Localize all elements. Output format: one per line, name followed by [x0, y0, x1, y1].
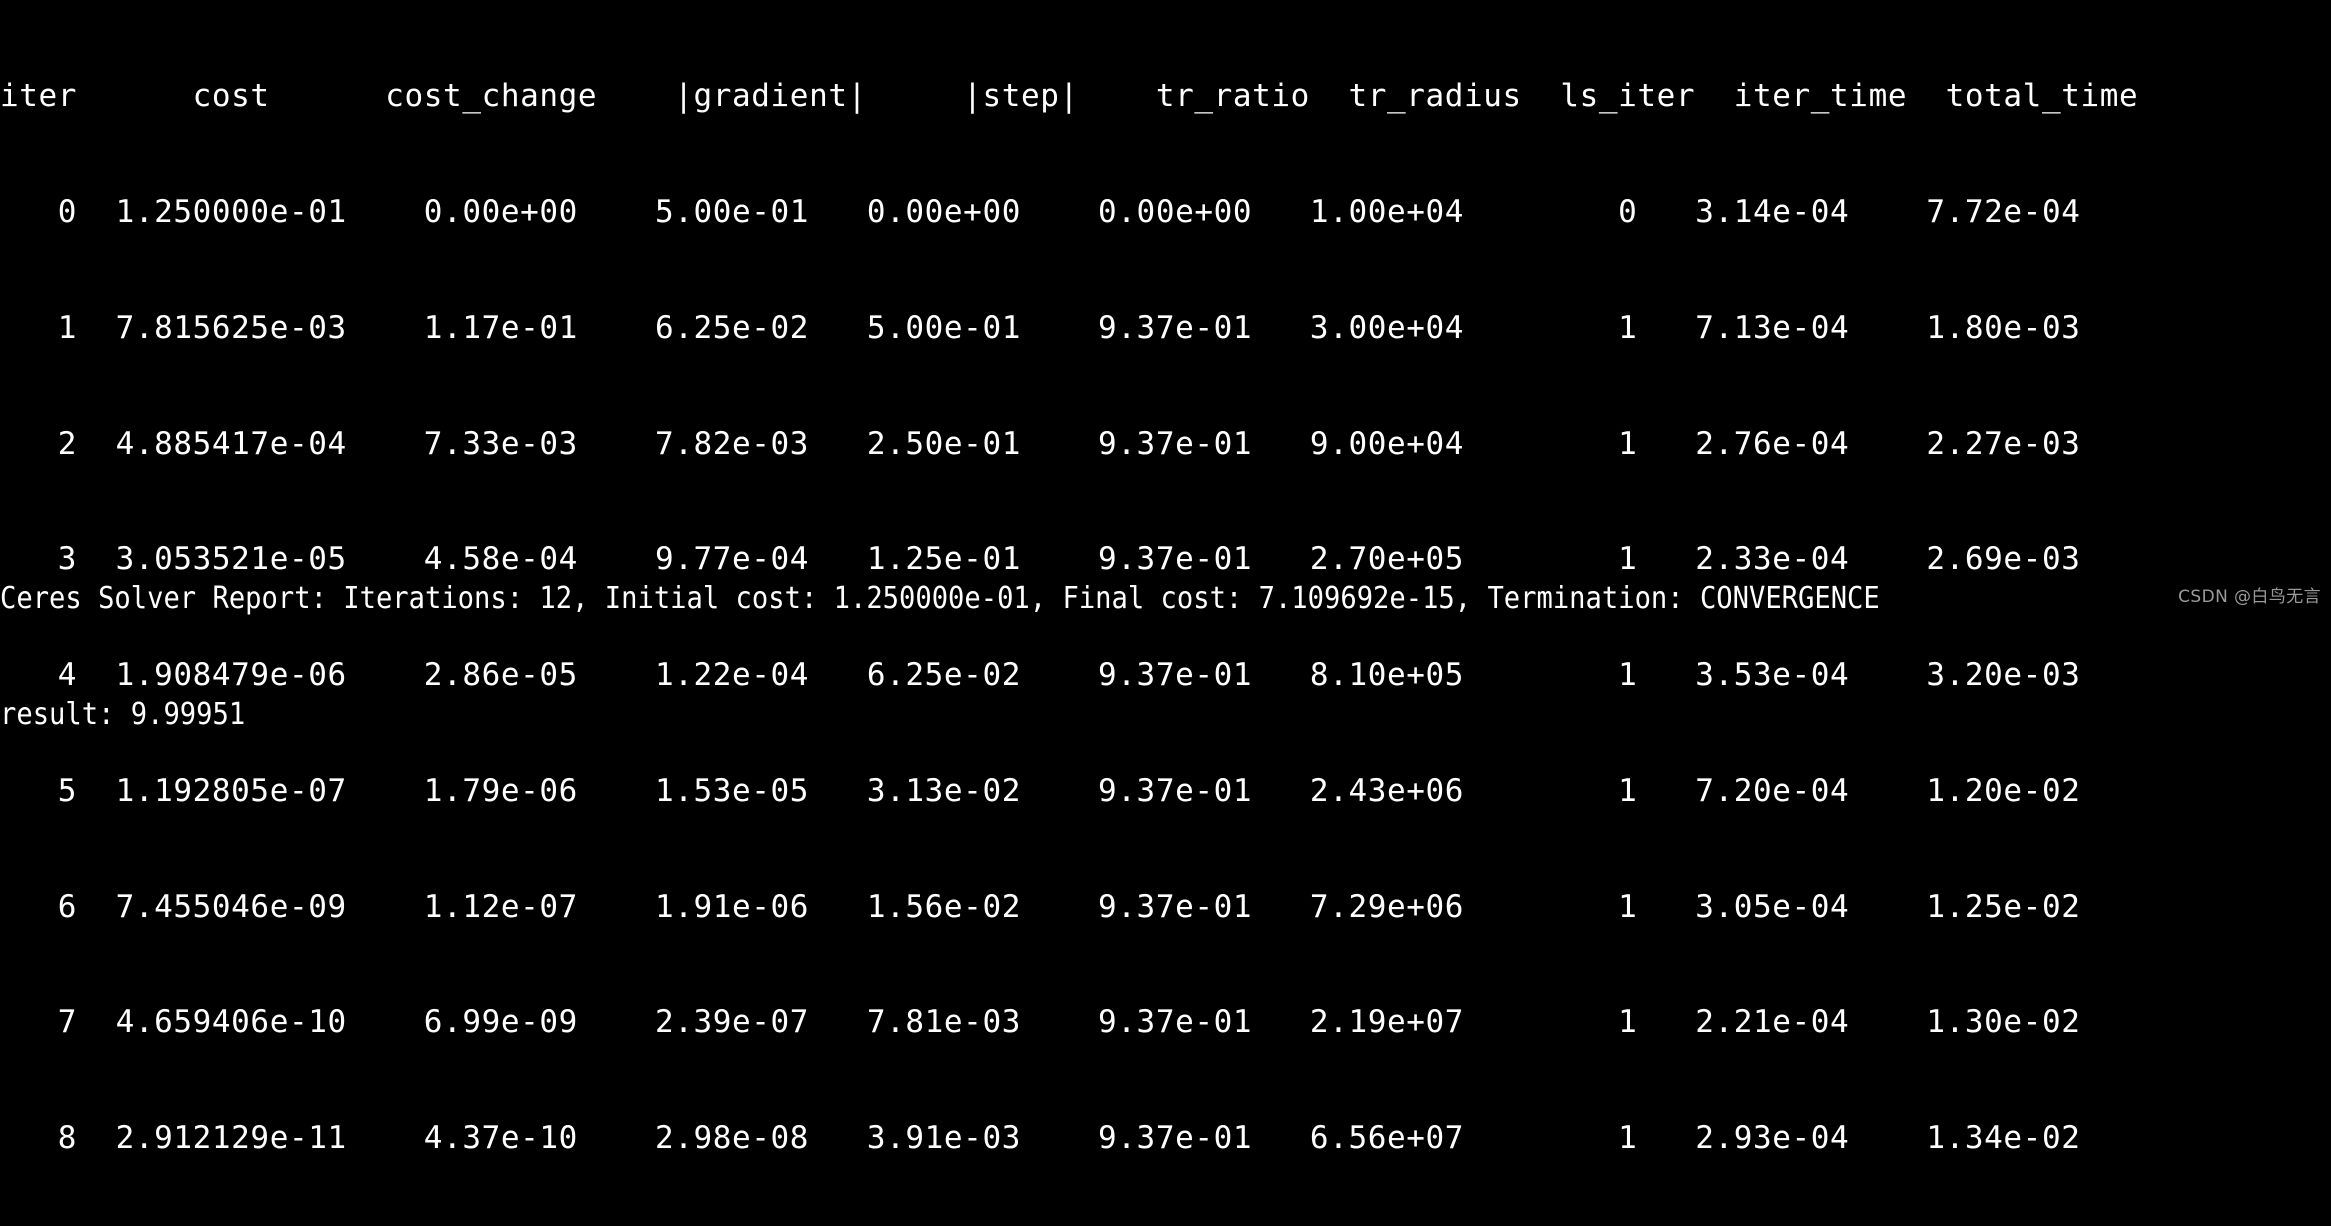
table-row: 8 2.912129e-11 4.37e-10 2.98e-08 3.91e-0…: [0, 1120, 2081, 1157]
solver-summary: Ceres Solver Report: Iterations: 12, Ini…: [0, 503, 2110, 811]
table-row: 1 7.815625e-03 1.17e-01 6.25e-02 5.00e-0…: [0, 309, 2081, 346]
terminal-window: iter cost cost_change |gradient| |step| …: [0, 0, 2331, 1156]
table-row: 6 7.455046e-09 1.12e-07 1.91e-06 1.56e-0…: [0, 888, 2081, 925]
log-header-row: iter cost cost_change |gradient| |step| …: [0, 78, 2139, 115]
table-row: 0 1.250000e-01 0.00e+00 5.00e-01 0.00e+0…: [0, 193, 2081, 230]
result-line: result: 9.99951: [0, 696, 246, 732]
table-row: 2 4.885417e-04 7.33e-03 7.82e-03 2.50e-0…: [0, 425, 2081, 462]
csdn-watermark: CSDN @白鸟无言: [2178, 587, 2321, 607]
table-row: 7 4.659406e-10 6.99e-09 2.39e-07 7.81e-0…: [0, 1004, 2081, 1041]
